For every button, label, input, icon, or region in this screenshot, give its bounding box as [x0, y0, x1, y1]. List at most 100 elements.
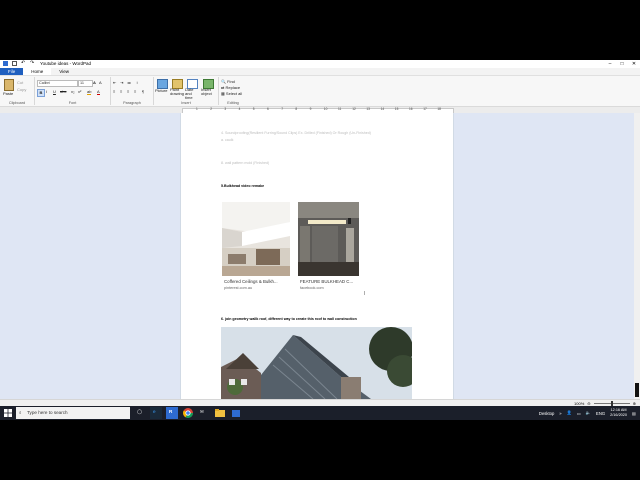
bold-button[interactable]: B [37, 89, 45, 97]
feature-bulkhead-image[interactable] [298, 202, 359, 276]
ruler-number: 17 [423, 107, 427, 111]
paint-drawing-button[interactable]: Paint drawing [170, 88, 184, 96]
document-area[interactable]: 4. Soundproofing(Resilient Furring/Sound… [0, 113, 640, 399]
date-time-button[interactable]: Date and time [185, 88, 199, 100]
maximize-button[interactable]: □ [616, 60, 628, 68]
increase-indent-icon[interactable]: ⇥ [120, 80, 123, 85]
taskbar-clock[interactable]: 12:16 AM 2/16/2020 [610, 408, 627, 418]
tab-view[interactable]: View [51, 68, 77, 75]
store-icon[interactable] [230, 407, 242, 419]
notifications-icon[interactable]: ▤ [632, 411, 636, 416]
superscript-button[interactable]: x² [78, 89, 81, 94]
find-label: Find [227, 79, 235, 84]
editing-group-label: Editing [227, 101, 239, 105]
ruler-number: 16 [409, 107, 413, 111]
clipboard-group: Paste Cut Copy Clipboard [0, 77, 35, 105]
strikethrough-button[interactable]: abc [60, 89, 66, 94]
minimize-button[interactable]: – [604, 60, 616, 68]
font-group: Calibri 11 A A B I U abc x₂ x² ab A Font [35, 77, 111, 105]
grow-font-button[interactable]: A [93, 80, 96, 85]
align-left-icon[interactable]: ≡ [113, 89, 115, 94]
decrease-indent-icon[interactable]: ⇤ [113, 80, 116, 85]
zoom-slider[interactable] [593, 401, 630, 406]
cut-button[interactable]: Cut [17, 80, 23, 85]
ruler-number: 4 [238, 107, 241, 111]
card1-caption[interactable]: Coffered Ceilings & Bulkh... [224, 279, 278, 284]
tray-chevron-icon[interactable]: » [559, 411, 561, 416]
network-icon[interactable]: ▭ [577, 411, 581, 416]
ruler-number: 9 [309, 107, 312, 111]
close-button[interactable]: ✕ [628, 60, 640, 68]
chrome-icon[interactable] [182, 407, 194, 419]
desktop-toolbar-label[interactable]: Desktop [539, 411, 554, 416]
undo-icon[interactable]: ↶ [21, 61, 26, 66]
edge-icon[interactable]: e [150, 407, 162, 419]
redo-icon[interactable]: ↷ [30, 61, 35, 66]
replace-icon: ⇄ [221, 85, 225, 90]
volume-icon[interactable]: 🔈 [586, 410, 591, 416]
font-color-button[interactable]: A [97, 89, 100, 95]
document-page[interactable]: 4. Soundproofing(Resilient Furring/Sound… [181, 113, 453, 399]
vertical-scrollbar[interactable] [634, 113, 640, 399]
ruler-number: 13 [366, 107, 370, 111]
windows-start-icon[interactable] [4, 409, 12, 417]
system-tray: Desktop » 👤 ▭ 🔈 ENG 12:16 AM 2/16/2020 ▤ [539, 407, 636, 419]
ruler-number: 2 [210, 107, 212, 111]
find-button[interactable]: 🔍 Find [221, 79, 235, 84]
font-name-select[interactable]: Calibri [37, 80, 78, 87]
card1-source: pinterest.com.au [224, 286, 253, 290]
line-spacing-icon[interactable]: ↕ [136, 80, 138, 85]
quick-access-toolbar: ↶ ↷ [3, 61, 35, 66]
screen: ↶ ↷ Youtube ideas - WordPad – □ ✕ File H… [0, 60, 640, 420]
paste-icon[interactable] [4, 79, 14, 91]
ruler-number: 18 [437, 107, 441, 111]
font-size-select[interactable]: 11 [78, 80, 93, 87]
italic-button[interactable]: I [46, 89, 47, 94]
find-icon: 🔍 [221, 79, 226, 84]
ruler-number: 14 [380, 107, 385, 111]
ruler-number: 15 [394, 107, 399, 111]
paste-button[interactable]: Paste [3, 91, 13, 96]
roof-wall-image[interactable] [221, 327, 412, 399]
ruler-number: 6 [267, 107, 269, 111]
replace-label: Replace [225, 85, 241, 90]
card2-caption[interactable]: FEATURE BULKHEAD C... [300, 279, 353, 284]
justify-icon[interactable]: ≡ [134, 89, 136, 94]
insert-object-button[interactable]: Insert object [201, 88, 215, 96]
select-all-icon: ▦ [221, 91, 225, 96]
scrollbar-thumb[interactable] [635, 383, 639, 397]
select-all-button[interactable]: ▦ Select all [221, 91, 242, 96]
picture-button[interactable]: Picture [155, 88, 167, 93]
insert-group: Picture Paint drawing Date and time Inse… [154, 77, 219, 105]
clock-date: 2/16/2020 [610, 413, 628, 417]
ruler-number: 12 [352, 107, 356, 111]
language-indicator[interactable]: ENG [596, 411, 605, 416]
file-explorer-icon[interactable] [214, 407, 226, 419]
paragraph-group: ⇤ ⇥ ≔ ↕ ≡ ≡ ≡ ≡ ¶ Paragraph [111, 77, 154, 105]
wordpad-app-icon [3, 61, 8, 66]
bulkhead-ceiling-image[interactable] [222, 202, 290, 276]
underline-button[interactable]: U [53, 89, 56, 94]
ruler-number: 5 [252, 107, 255, 111]
bullets-icon[interactable]: ≔ [127, 80, 131, 85]
align-center-icon[interactable]: ≡ [120, 89, 122, 94]
highlight-button[interactable]: ab [87, 89, 92, 95]
tab-file[interactable]: File [0, 68, 24, 75]
doc-heading-bulkhead: 5.Bulkhead video remake [221, 184, 265, 188]
save-icon[interactable] [12, 61, 17, 66]
taskbar-search-box[interactable]: ⌕ Type here to search [16, 407, 130, 419]
title-bar: ↶ ↷ Youtube ideas - WordPad – □ ✕ [0, 60, 640, 68]
tab-home[interactable]: Home [23, 68, 52, 75]
wordpad-taskbar-icon[interactable]: R [166, 407, 178, 419]
task-view-icon[interactable]: ◯ [134, 407, 146, 419]
align-right-icon[interactable]: ≡ [127, 89, 129, 94]
subscript-button[interactable]: x₂ [71, 89, 75, 94]
shrink-font-button[interactable]: A [99, 80, 102, 85]
paragraph-icon[interactable]: ¶ [142, 89, 144, 94]
select-all-label: Select all [225, 91, 243, 96]
replace-button[interactable]: ⇄ Replace [221, 85, 240, 90]
mail-icon[interactable]: ✉ [198, 407, 210, 419]
clipboard-group-label: Clipboard [8, 101, 26, 105]
people-icon[interactable]: 👤 [567, 410, 572, 416]
copy-button[interactable]: Copy [17, 87, 26, 92]
